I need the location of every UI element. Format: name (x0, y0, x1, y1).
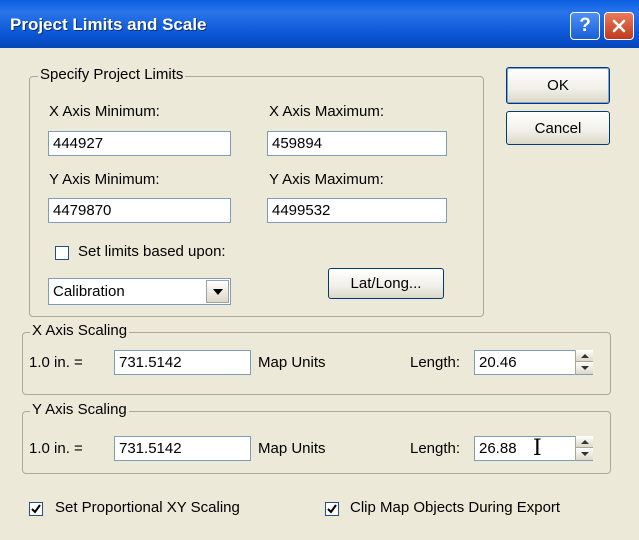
y-axis-scaling-legend: Y Axis Scaling (30, 401, 129, 418)
x-axis-scaling-legend: X Axis Scaling (30, 322, 130, 339)
x-length-label: Length: (410, 354, 461, 371)
y-scale-input[interactable]: 731.5142 (114, 436, 251, 461)
proportional-scaling-checkbox[interactable] (29, 502, 43, 516)
y-map-units-label: Map Units (258, 440, 326, 457)
x-max-input[interactable]: 459894 (267, 131, 447, 156)
x-scale-prefix: 1.0 in. = (29, 354, 83, 371)
x-min-input[interactable]: 444927 (48, 131, 231, 156)
help-icon: ? (579, 15, 591, 36)
ok-label: OK (547, 77, 569, 94)
set-limits-checkbox[interactable] (55, 246, 69, 260)
window-title: Project Limits and Scale (10, 15, 207, 34)
checkmark-icon (31, 504, 41, 514)
spin-down-icon[interactable] (576, 448, 593, 460)
checkmark-icon (327, 504, 337, 514)
y-min-input[interactable]: 4479870 (48, 198, 231, 223)
cancel-label: Cancel (534, 119, 582, 137)
spin-up-icon[interactable] (576, 436, 593, 448)
x-scale-input[interactable]: 731.5142 (114, 350, 251, 375)
text-cursor-icon: I (533, 436, 542, 461)
spin-up-icon[interactable] (576, 350, 593, 362)
spin-down-icon[interactable] (576, 362, 593, 374)
limits-basis-select[interactable]: Calibration (48, 278, 231, 305)
clip-map-objects-checkbox[interactable] (325, 502, 339, 516)
y-scale-prefix: 1.0 in. = (29, 440, 83, 457)
y-length-spinner[interactable] (575, 436, 593, 461)
set-limits-label: Set limits based upon: (78, 243, 226, 260)
y-length-label: Length: (410, 440, 461, 457)
limits-basis-value: Calibration (53, 283, 125, 300)
cancel-button[interactable]: Cancel (506, 111, 610, 145)
project-limits-legend: Specify Project Limits (38, 66, 186, 83)
proportional-scaling-label: Set Proportional XY Scaling (55, 499, 240, 516)
y-min-label: Y Axis Minimum: (49, 171, 160, 188)
y-max-input[interactable]: 4499532 (267, 198, 447, 223)
close-button[interactable] (604, 12, 634, 40)
x-min-label: X Axis Minimum: (49, 103, 160, 120)
x-max-label: X Axis Maximum: (269, 103, 385, 120)
x-length-spinner[interactable] (575, 350, 593, 375)
y-max-label: Y Axis Maximum: (269, 171, 384, 188)
help-button[interactable]: ? (570, 12, 600, 40)
ok-button[interactable]: OK (506, 67, 610, 104)
dropdown-arrow-icon[interactable] (206, 280, 229, 303)
x-map-units-label: Map Units (258, 354, 326, 371)
lat-long-button[interactable]: Lat/Long... (328, 268, 444, 299)
lat-long-label: Lat/Long... (350, 275, 422, 292)
clip-map-objects-label: Clip Map Objects During Export (350, 499, 561, 516)
close-icon (612, 19, 626, 33)
